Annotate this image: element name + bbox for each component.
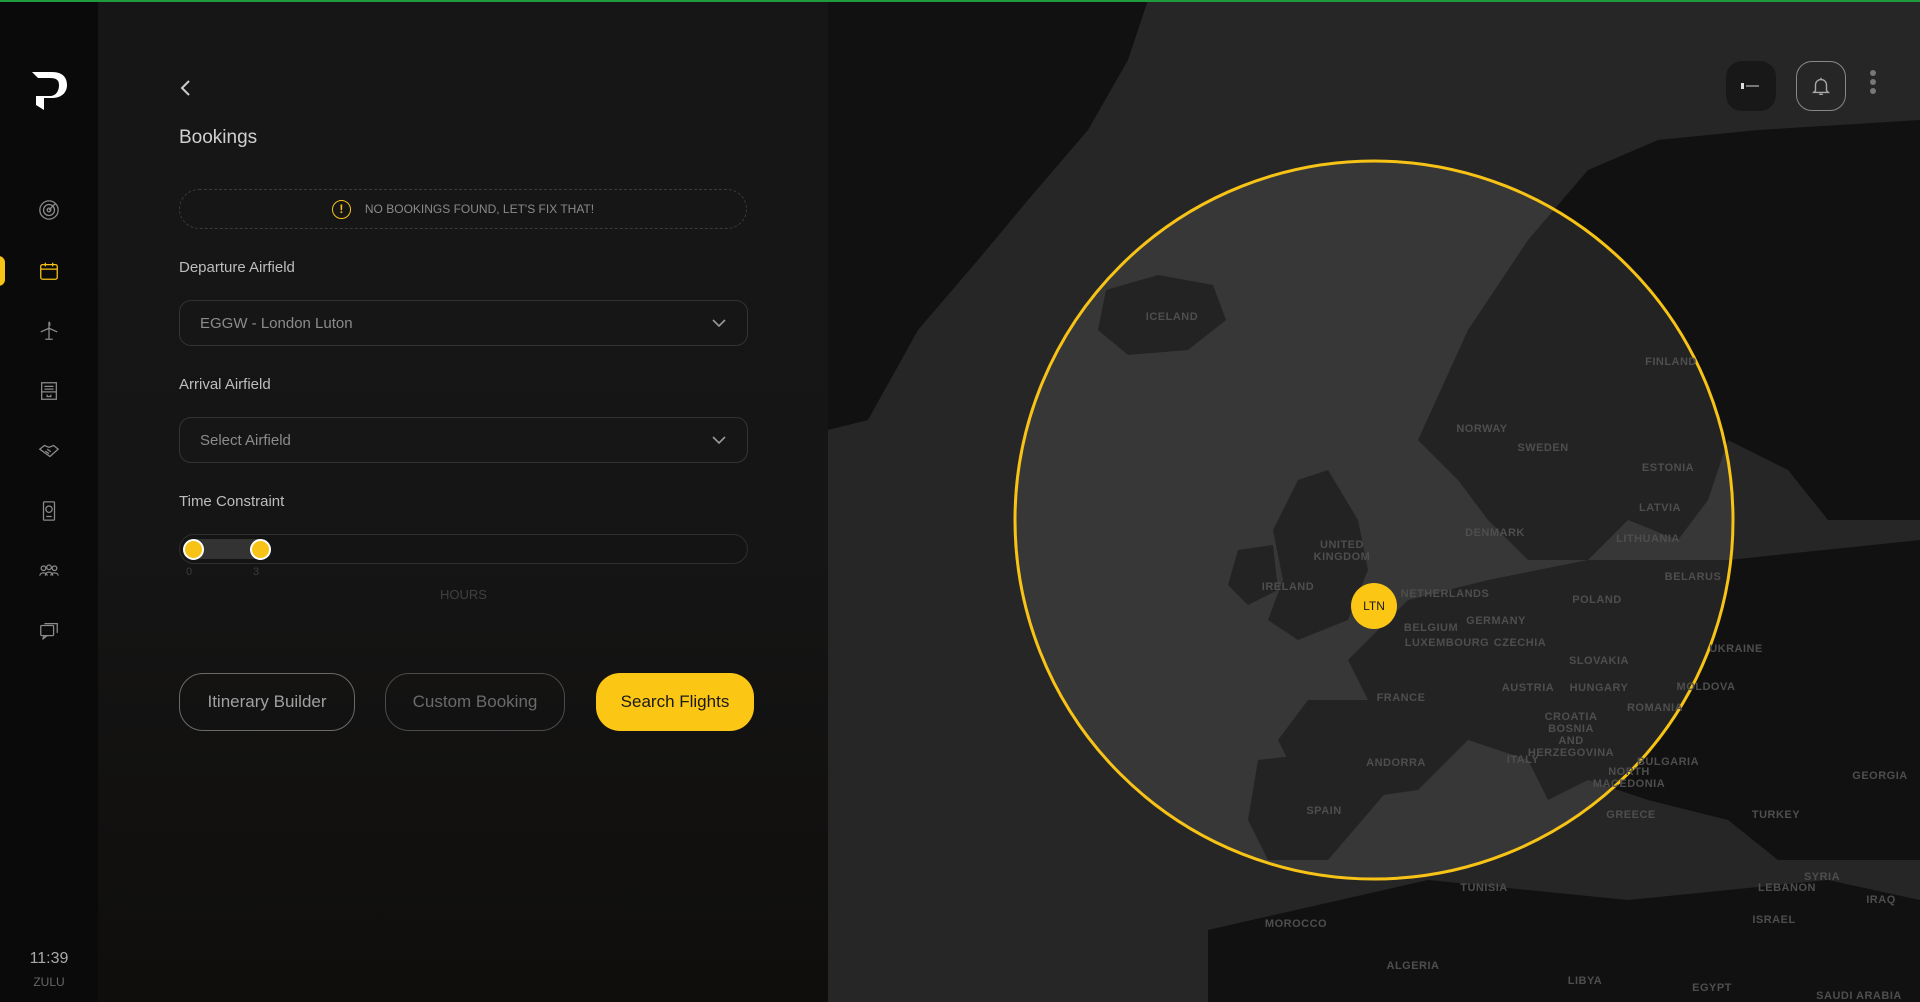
booking-panel: Bookings ! NO BOOKINGS FOUND, LET'S FIX …	[98, 0, 828, 1002]
north-africa	[1208, 880, 1920, 1002]
map-view[interactable]: ICELAND NORWAY SWEDEN FINLAND ESTONIA LATVIA L…	[828, 0, 1920, 1002]
notice-text: NO BOOKINGS FOUND, LET'S FIX THAT!	[364, 202, 595, 216]
map-country-label: IRELAND	[1261, 581, 1315, 593]
map-country-label: ISRAEL	[1752, 914, 1796, 926]
departure-value: EGGW - London Luton	[200, 314, 353, 332]
slider-min-tick: 0	[186, 566, 193, 578]
time-range-slider[interactable]	[179, 534, 748, 564]
map-country-label: DENMARK	[1465, 527, 1525, 539]
sidebar-item-team[interactable]	[34, 556, 64, 586]
departure-label: Departure Airfield	[179, 259, 295, 276]
map-country-label: NORWAY	[1456, 423, 1508, 435]
map-country-label: GERMANY	[1466, 615, 1526, 627]
map-country-label: LATVIA	[1639, 502, 1681, 514]
arrival-label: Arrival Airfield	[179, 376, 271, 393]
map-country-label: ANDORRA	[1366, 757, 1426, 769]
arrival-airfield-select[interactable]: Select Airfield	[179, 417, 748, 463]
sidebar-item-archive[interactable]	[34, 376, 64, 406]
no-bookings-notice: ! NO BOOKINGS FOUND, LET'S FIX THAT!	[179, 189, 747, 229]
map-country-label: CROATIA BOSNIA AND HERZEGOVINA	[1527, 711, 1615, 759]
map-country-label: FRANCE	[1376, 692, 1426, 704]
map-land	[828, 0, 1920, 1002]
map-country-label: POLAND	[1572, 594, 1622, 606]
slider-min-handle[interactable]	[183, 539, 204, 560]
top-accent-line	[0, 0, 1920, 2]
sidebar-item-bookings[interactable]	[34, 256, 64, 286]
zulu-time: 11:39	[29, 950, 69, 967]
map-country-label: SAUDI ARABIA	[1816, 990, 1902, 1002]
custom-booking-button[interactable]: Custom Booking	[385, 673, 565, 731]
map-country-label: ALGERIA	[1386, 960, 1440, 972]
map-country-label: SPAIN	[1306, 805, 1342, 817]
map-country-label: HUNGARY	[1569, 682, 1629, 694]
map-country-label: EGYPT	[1692, 982, 1732, 994]
map-country-label: LUXEMBOURG	[1404, 637, 1490, 649]
map-country-label: UKRAINE	[1709, 643, 1763, 655]
map-country-label: LIBYA	[1567, 975, 1603, 987]
map-country-label: BELGIUM	[1403, 622, 1459, 634]
archive-icon	[41, 382, 57, 400]
map-country-label: TUNISIA	[1460, 882, 1508, 894]
map-country-label: NETHERLANDS	[1400, 588, 1490, 600]
sidebar-item-radar[interactable]	[34, 195, 64, 225]
active-indicator	[0, 256, 5, 286]
page-title: Bookings	[179, 127, 258, 148]
map-country-label: LITHUANIA	[1616, 533, 1680, 545]
map-country-label: MOROCCO	[1264, 918, 1328, 930]
map-country-label: ROMANIA	[1626, 702, 1684, 714]
app-logo[interactable]	[30, 70, 68, 112]
slider-max-tick: 3	[253, 566, 260, 578]
users-icon	[39, 564, 59, 576]
bell-icon	[1812, 77, 1830, 95]
sidebar: 11:39 ZULU	[0, 0, 98, 1002]
sidebar-item-passport[interactable]	[34, 496, 64, 526]
map-country-label: NORTH MACEDONIA	[1592, 766, 1666, 790]
hours-unit-label: HOURS	[440, 587, 487, 602]
map-country-label: CZECHIA	[1493, 637, 1547, 649]
map-country-label: BELARUS	[1664, 571, 1722, 583]
sidebar-item-flights[interactable]	[34, 316, 64, 346]
map-country-label: IRAQ	[1866, 894, 1896, 906]
map-country-label: ESTONIA	[1641, 462, 1695, 474]
timezone-label: ZULU	[33, 975, 65, 989]
time-constraint-label: Time Constraint	[179, 493, 285, 510]
map-country-label: LEBANON	[1758, 882, 1816, 894]
itinerary-builder-button[interactable]: Itinerary Builder	[179, 673, 355, 731]
passport-icon	[42, 501, 56, 521]
sidebar-item-messages[interactable]	[34, 616, 64, 646]
warning-icon: !	[331, 199, 351, 219]
chevron-down-icon	[712, 436, 726, 445]
more-options-icon[interactable]	[1866, 70, 1880, 100]
search-flights-button[interactable]: Search Flights	[596, 673, 754, 731]
map-country-label: SWEDEN	[1517, 442, 1569, 454]
sidebar-item-partners[interactable]	[34, 436, 64, 466]
airport-marker-ltn[interactable]: LTN	[1351, 583, 1397, 629]
map-country-label: GEORGIA	[1852, 770, 1908, 782]
handshake-icon	[38, 444, 60, 458]
back-chevron-icon[interactable]	[176, 78, 196, 98]
map-country-label: SLOVAKIA	[1568, 655, 1630, 667]
chevron-down-icon	[712, 319, 726, 328]
map-country-label: TURKEY	[1751, 809, 1801, 821]
notifications-button[interactable]	[1796, 61, 1846, 111]
map-country-label: UNITED KINGDOM	[1313, 539, 1371, 563]
map-country-label: MOLDOVA	[1676, 681, 1736, 693]
map-country-label: FINLAND	[1645, 356, 1697, 368]
map-country-label: ICELAND	[1145, 311, 1199, 323]
profile-logo-icon	[1741, 83, 1759, 89]
profile-button[interactable]	[1726, 61, 1776, 111]
departure-airfield-select[interactable]: EGGW - London Luton	[179, 300, 748, 346]
calendar-icon	[40, 262, 58, 280]
map-country-label: GREECE	[1606, 809, 1656, 821]
radar-icon	[39, 200, 59, 220]
map-country-label: AUSTRIA	[1501, 682, 1555, 694]
chat-icon	[40, 623, 58, 640]
arrival-placeholder: Select Airfield	[200, 431, 291, 449]
slider-max-handle[interactable]	[250, 539, 271, 560]
map-country-label: ITALY	[1506, 754, 1540, 766]
airplane-icon	[40, 321, 58, 340]
